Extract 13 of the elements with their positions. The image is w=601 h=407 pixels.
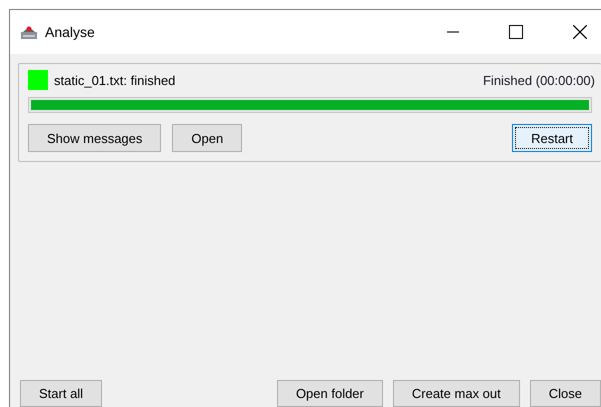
window-title: Analyse xyxy=(45,24,95,40)
footer-button[interactable]: Create max out xyxy=(392,380,520,407)
action-button[interactable]: Open xyxy=(172,124,242,152)
job-label: static_01.txt: finished xyxy=(54,72,176,88)
action-button[interactable]: Show messages xyxy=(28,124,162,152)
footer-button[interactable]: Close xyxy=(530,380,601,407)
action-button[interactable]: Restart xyxy=(512,124,592,152)
minimize-icon[interactable] xyxy=(447,31,459,33)
close-icon[interactable] xyxy=(573,25,587,39)
maximize-icon[interactable] xyxy=(509,25,523,39)
footer-button[interactable]: Open folder xyxy=(276,380,383,407)
job-status: Finished (00:00:00) xyxy=(482,72,595,88)
footer-button[interactable]: Start all xyxy=(20,380,102,407)
